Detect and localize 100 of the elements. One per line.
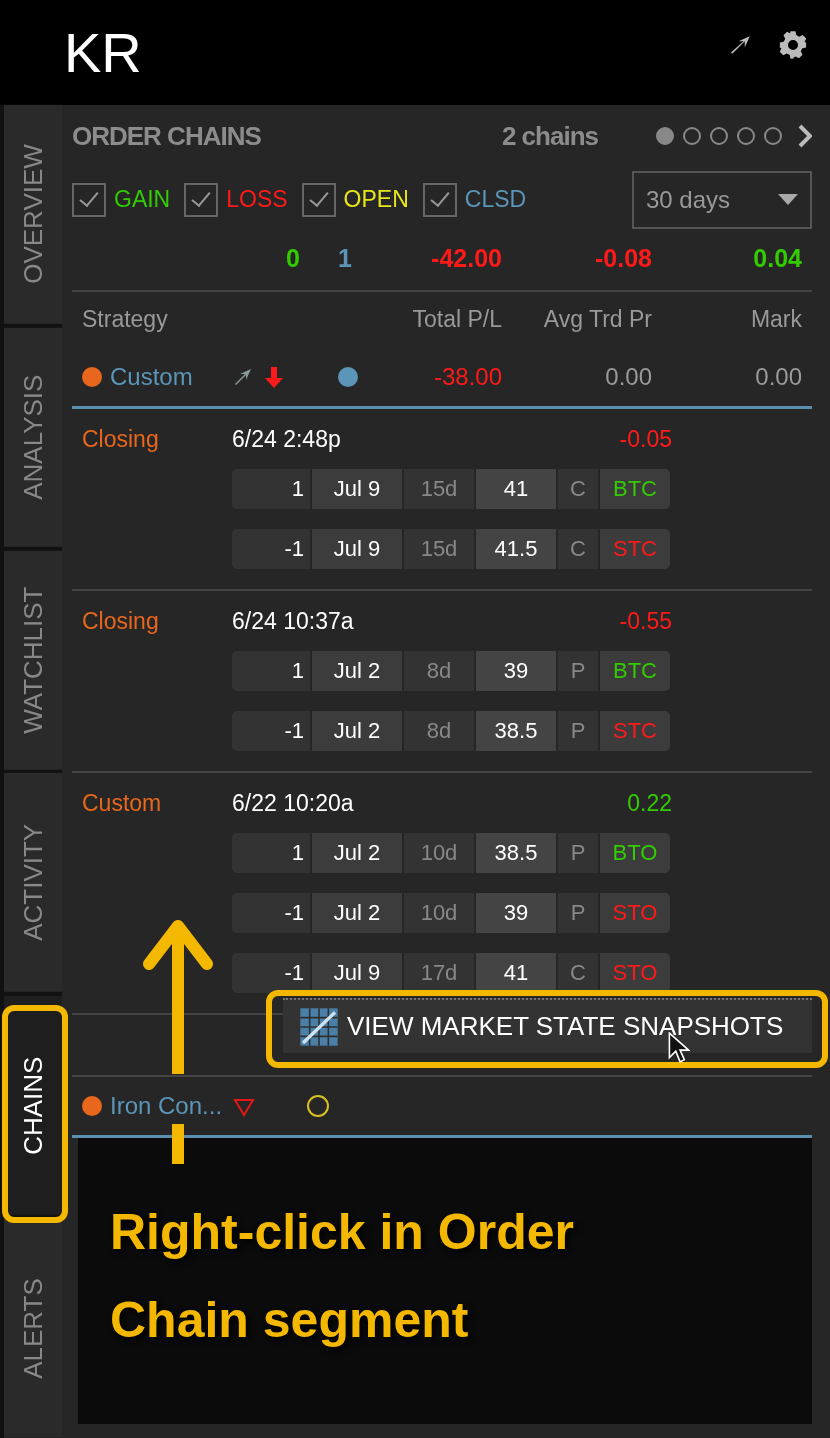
sidebar-tab[interactable]: WATCHLIST [4,550,62,770]
strike-cell: 41 [476,953,556,993]
filter-label: OPEN [343,186,409,213]
sidebar-tab[interactable]: ANALYSIS [4,327,62,547]
segment-label[interactable]: Closing [82,425,232,453]
column-header[interactable]: Mark [750,306,802,333]
page-dot[interactable] [710,127,728,145]
column-header[interactable]: Avg Trd Pr [543,306,652,333]
type-cell: P [558,651,598,691]
annotation-caption: Right-click in Order Chain segment [110,1203,575,1350]
menu-item-label: VIEW MARKET STATE SNAPSHOTS [347,1011,784,1042]
page-dot[interactable] [683,127,701,145]
segment-time: 6/22 10:20a [232,789,354,817]
segment-label[interactable]: Custom [82,789,232,817]
quantity-cell: 1 [232,651,310,691]
expiry-cell: Jul 9 [312,529,402,569]
avg-trade-price: 0.00 [605,363,652,391]
days-cell: 10d [404,833,474,873]
action-cell: BTC [600,469,670,509]
strategy-name[interactable]: Custom [110,363,193,391]
sidebar-tab[interactable]: ALERTS [4,1219,62,1438]
quantity-cell: -1 [232,893,310,933]
days-cell: 15d [404,469,474,509]
type-cell: C [558,529,598,569]
symbol-title: KR [64,20,142,85]
strike-cell: 39 [476,651,556,691]
type-cell: P [558,711,598,751]
page-dot[interactable] [737,127,755,145]
caret-icon [778,193,798,206]
segment-pl: -0.55 [619,607,672,635]
quantity-cell: -1 [232,953,310,993]
type-cell: C [558,953,598,993]
expiry-cell: Jul 2 [312,711,402,751]
total-value: 1 [338,244,352,273]
page-dot[interactable] [656,127,674,145]
settings-icon[interactable] [778,30,808,60]
checkbox[interactable] [422,182,457,217]
days-cell: 15d [404,529,474,569]
action-cell: BTC [600,651,670,691]
type-cell: C [558,469,598,509]
action-cell: STC [600,711,670,751]
checkbox[interactable] [301,182,336,217]
expiry-cell: Jul 2 [312,833,402,873]
filter-label: LOSS [226,186,288,213]
strike-cell: 41 [476,469,556,509]
days-cell: 17d [404,953,474,993]
status-dot [82,1096,102,1116]
quantity-cell: -1 [232,711,310,751]
chart-grid-icon [299,1006,339,1047]
days-cell: 8d [404,711,474,751]
expiry-cell: Jul 9 [312,469,402,509]
total-value: -42.00 [431,244,502,273]
page-dot[interactable] [764,127,782,145]
total-value: 0 [286,244,300,273]
segment-label[interactable]: Closing [82,607,232,635]
filter-label: GAIN [114,186,171,213]
expiry-cell: Jul 2 [312,893,402,933]
total-pl: -38.00 [433,363,502,391]
segment-time: 6/24 2:48p [232,425,341,453]
total-value: 0.04 [753,244,802,273]
mark-value: 0.00 [755,363,802,391]
sidebar-tab[interactable]: OVERVIEW [4,105,62,324]
action-cell: BTO [600,833,670,873]
sidebar-tab[interactable]: ACTIVITY [4,773,62,993]
chevron-right-icon[interactable] [798,124,812,148]
down-arrow-icon [262,365,286,389]
quantity-cell: -1 [232,529,310,569]
quantity-cell: 1 [232,469,310,509]
segment-pl: -0.05 [619,425,672,453]
action-cell: STO [600,953,670,993]
strike-cell: 39 [476,893,556,933]
filter-label: CLSD [464,186,527,213]
column-header[interactable]: Total P/L [412,306,502,333]
segment-time: 6/24 10:37a [232,607,354,635]
sidebar-tab[interactable]: CHAINS [4,996,62,1216]
action-cell: STC [600,529,670,569]
type-cell: P [558,893,598,933]
strike-cell: 38.5 [476,711,556,751]
action-cell: STO [600,893,670,933]
days-cell: 8d [404,651,474,691]
menu-item[interactable]: VIEW MARKET STATE SNAPSHOTS [283,1000,812,1053]
checkbox[interactable] [184,182,219,217]
period-dropdown[interactable]: 30 days [632,170,812,229]
panel-title: ORDER CHAINS [72,120,261,152]
expiry-cell: Jul 9 [312,953,402,993]
status-dot [82,367,102,387]
days-cell: 10d [404,893,474,933]
expiry-cell: Jul 2 [312,651,402,691]
strike-cell: 38.5 [476,833,556,873]
strategy-name[interactable]: Iron Con... [110,1092,223,1120]
total-value: -0.08 [595,244,652,273]
chain-count: 2 chains [501,120,598,152]
column-header[interactable]: Strategy [82,306,168,333]
arrow-shaft [172,1124,184,1164]
segment-pl: 0.22 [627,789,672,817]
quantity-cell: 1 [232,833,310,873]
strike-cell: 41.5 [476,529,556,569]
type-cell: P [558,833,598,873]
up-arrow-icon [143,918,213,1074]
checkbox[interactable] [72,182,106,217]
